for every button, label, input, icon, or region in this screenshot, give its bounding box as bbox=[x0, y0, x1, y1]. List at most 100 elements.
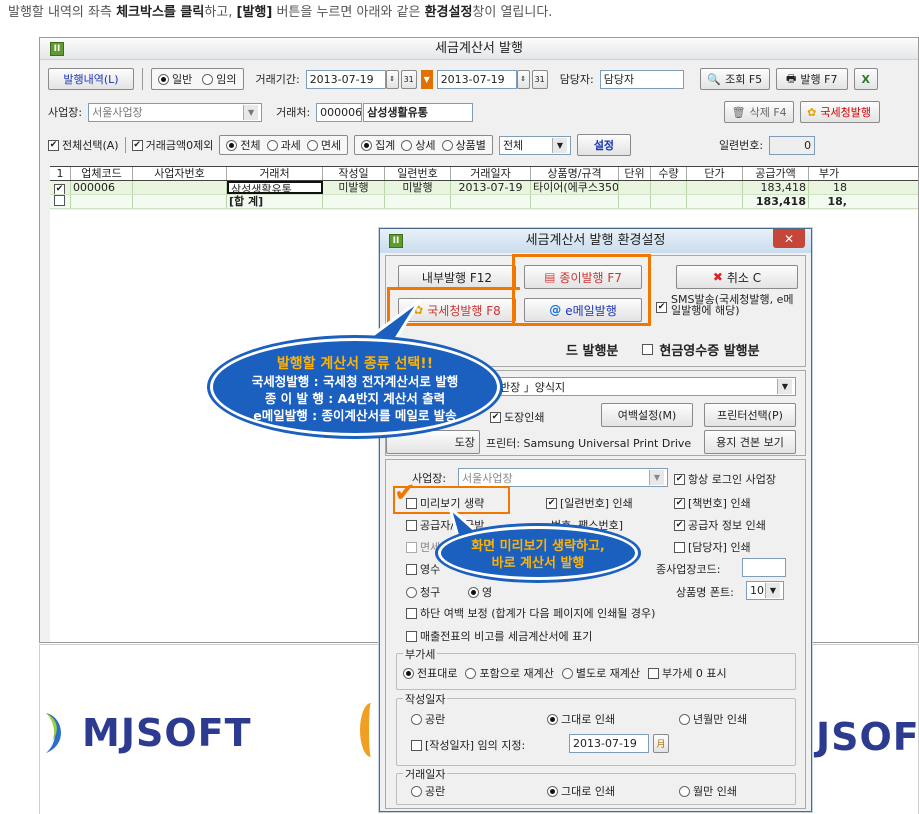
grid-header: 1 업체코드 사업자번호 거래처 작성일 일련번호 거래일자 상품명/규격 단위… bbox=[50, 166, 918, 181]
table-row-total: [합 계] 183,418 18, bbox=[50, 195, 918, 209]
radio-vat-separate[interactable]: 별도로 재계산 bbox=[561, 665, 640, 681]
checkbox-icon bbox=[406, 607, 417, 619]
sms-checkbox[interactable]: ✔ SMS발송(국세청발행, e메일발행에 해당) bbox=[656, 294, 801, 316]
radio-trade-month[interactable]: 월만 인쇄 bbox=[679, 783, 737, 799]
radio-tax-exempt[interactable]: 면세 bbox=[306, 137, 341, 153]
exclude-zero-checkbox[interactable]: ✔ 거래금액0제외 bbox=[131, 137, 214, 153]
sub-business-code-label: 종사업장코드: bbox=[656, 563, 721, 576]
write-custom-checkbox[interactable]: [작성일자] 임의 지정: bbox=[411, 737, 525, 753]
cell bbox=[71, 195, 133, 208]
card-label: 드 발행분 bbox=[566, 344, 619, 359]
date-to-input[interactable]: 2013-07-19 bbox=[436, 69, 517, 89]
radio-group-item[interactable]: 상품별 bbox=[441, 137, 486, 153]
total-vat: 18, bbox=[827, 195, 848, 208]
grouping-radio-group: 집계 상세 상품별 bbox=[354, 135, 493, 155]
date-from-input[interactable]: 2013-07-19 bbox=[305, 69, 386, 89]
cell bbox=[651, 181, 687, 194]
receipt-checkbox[interactable]: 영수 bbox=[406, 561, 440, 577]
radio-label: 임의 bbox=[216, 73, 237, 86]
manager-input[interactable]: 담당자 bbox=[599, 69, 684, 89]
internal-issue-button[interactable]: 내부발행 F12 bbox=[398, 265, 516, 289]
date-from-spinner[interactable]: ⇕ bbox=[385, 69, 399, 89]
radio-group-detail[interactable]: 상세 bbox=[401, 137, 436, 153]
chevron-down-icon: ▼ bbox=[777, 379, 792, 394]
select-all-checkbox[interactable]: ✔ 전체선택(A) bbox=[48, 137, 119, 153]
radio-claim[interactable]: 청구 bbox=[406, 584, 440, 600]
radio-group-sum[interactable]: 집계 bbox=[361, 137, 395, 153]
cash-receipt-checkbox[interactable]: 현금영수증 발행분 bbox=[642, 340, 760, 359]
cancel-button[interactable]: ✖ 취소 C bbox=[676, 265, 798, 289]
radio-receipt[interactable]: 영 bbox=[468, 584, 492, 600]
write-date-input[interactable]: 2013-07-19 bbox=[569, 734, 649, 753]
radio-write-as-is[interactable]: 그대로 인쇄 bbox=[547, 711, 615, 727]
radio-tax-all[interactable]: 전체 bbox=[226, 137, 261, 153]
partner-name-input[interactable]: 삼성생활유통 bbox=[363, 102, 474, 122]
row-checkbox[interactable] bbox=[50, 195, 71, 208]
range-arrow-icon[interactable]: ▼ bbox=[420, 69, 433, 89]
book-number-checkbox[interactable]: ✔ [책번호] 인쇄 bbox=[674, 495, 751, 511]
calendar-icon[interactable]: 31 bbox=[400, 69, 417, 89]
trade-date-group: 거래일자 공란 그대로 인쇄 월만 인쇄 bbox=[396, 766, 796, 805]
form-select[interactable]: 반장 」양식지 ▼ bbox=[496, 377, 796, 396]
stamp-button[interactable]: 도장 bbox=[386, 430, 480, 454]
radio-optional[interactable]: 임의 bbox=[202, 71, 237, 87]
manager-print-checkbox[interactable]: [담당자] 인쇄 bbox=[674, 539, 751, 555]
filter-select[interactable]: 전체 ▼ bbox=[498, 135, 571, 155]
radio-label: 상품별 bbox=[455, 139, 486, 152]
radio-vat-inclusive[interactable]: 포함으로 재계산 bbox=[465, 665, 554, 681]
checkbox-label: 부가세 0 표시 bbox=[662, 667, 727, 680]
dialog-business-select[interactable]: 서울사업장 ▼ bbox=[458, 468, 668, 487]
search-button[interactable]: 🔍 조회 F5 bbox=[699, 68, 770, 90]
font-size-label: 상품명 폰트: bbox=[676, 586, 734, 599]
always-login-checkbox[interactable]: ✔ 항상 로그인 사업장 bbox=[674, 471, 776, 487]
radio-icon bbox=[679, 713, 690, 725]
cell-partner[interactable]: 삼성생활유통 bbox=[227, 181, 323, 194]
calendar-icon[interactable]: 31 bbox=[531, 69, 548, 89]
radio-tax-taxable[interactable]: 과세 bbox=[266, 137, 301, 153]
checkbox-label: 전체선택(A) bbox=[62, 139, 119, 152]
calendar-icon[interactable]: 月 bbox=[653, 734, 669, 753]
issue-button[interactable]: 🖶 발행 F7 bbox=[775, 68, 848, 90]
table-row[interactable]: ✔ 000006 삼성생활유통 미발행 미발행 2013-07-19 타이어(에… bbox=[50, 181, 918, 195]
bottom-margin-checkbox[interactable]: 하단 여백 보정 (합계가 다음 페이지에 인쇄될 경우) bbox=[406, 605, 655, 621]
remark-checkbox[interactable]: 매출전표의 비고를 세금계산서에 표기 bbox=[406, 628, 592, 644]
history-button[interactable]: 발행내역(L) bbox=[48, 68, 134, 90]
partner-code-input[interactable]: 000006 bbox=[316, 102, 363, 122]
delete-button[interactable]: 🗑 삭제 F4 bbox=[724, 101, 795, 123]
business-select[interactable]: 서울사업장 ▼ bbox=[88, 102, 263, 122]
radio-trade-blank[interactable]: 공란 bbox=[411, 783, 445, 799]
date-to-spinner[interactable]: ⇕ bbox=[516, 69, 530, 89]
col-header: 1 bbox=[50, 167, 71, 180]
cell: 타이어(에쿠스350) bbox=[533, 181, 619, 194]
serial-input[interactable]: 0 bbox=[769, 135, 816, 155]
radio-write-year-month[interactable]: 년월만 인쇄 bbox=[679, 711, 747, 727]
cell bbox=[619, 195, 651, 208]
radio-vat-as-is[interactable]: 전표대로 bbox=[403, 665, 457, 681]
col-header: 단가 bbox=[687, 167, 743, 180]
radio-trade-as-is[interactable]: 그대로 인쇄 bbox=[547, 783, 615, 799]
radio-icon bbox=[158, 73, 169, 85]
printer-icon: 🖶 bbox=[786, 71, 797, 85]
cell bbox=[133, 195, 227, 208]
nts-issue-button[interactable]: ✿ 국세청발행 bbox=[800, 101, 881, 123]
printer-select-button[interactable]: 프린터선택(P) bbox=[704, 403, 796, 427]
margin-settings-button[interactable]: 여백설정(M) bbox=[601, 403, 693, 427]
business-value: 서울사업장 bbox=[462, 471, 513, 485]
close-button[interactable]: ✕ bbox=[773, 229, 805, 248]
sample-view-button[interactable]: 용지 견본 보기 bbox=[704, 430, 796, 454]
stamp-print-checkbox[interactable]: ✔ 도장인쇄 bbox=[490, 409, 544, 425]
checkbox-label: 거래금액0제외 bbox=[145, 139, 214, 152]
serial-print-checkbox[interactable]: ✔ [일련번호] 인쇄 bbox=[546, 495, 633, 511]
exempt-checkbox[interactable]: 면세 bbox=[406, 539, 440, 555]
vat-zero-checkbox[interactable]: 부가세 0 표시 bbox=[648, 665, 727, 681]
settings-button[interactable]: 설정 bbox=[576, 134, 631, 156]
excel-icon[interactable]: X bbox=[853, 68, 878, 90]
sub-business-code-input[interactable] bbox=[742, 558, 786, 577]
checkbox-icon: ✔ bbox=[674, 473, 685, 485]
supplier-info-checkbox[interactable]: ✔ 공급자 정보 인쇄 bbox=[674, 517, 766, 533]
radio-general[interactable]: 일반 bbox=[158, 71, 192, 87]
font-size-select[interactable]: 10 ▼ bbox=[746, 581, 784, 600]
radio-write-blank[interactable]: 공란 bbox=[411, 711, 445, 727]
radio-icon bbox=[401, 139, 413, 151]
row-checkbox[interactable]: ✔ bbox=[50, 181, 71, 194]
